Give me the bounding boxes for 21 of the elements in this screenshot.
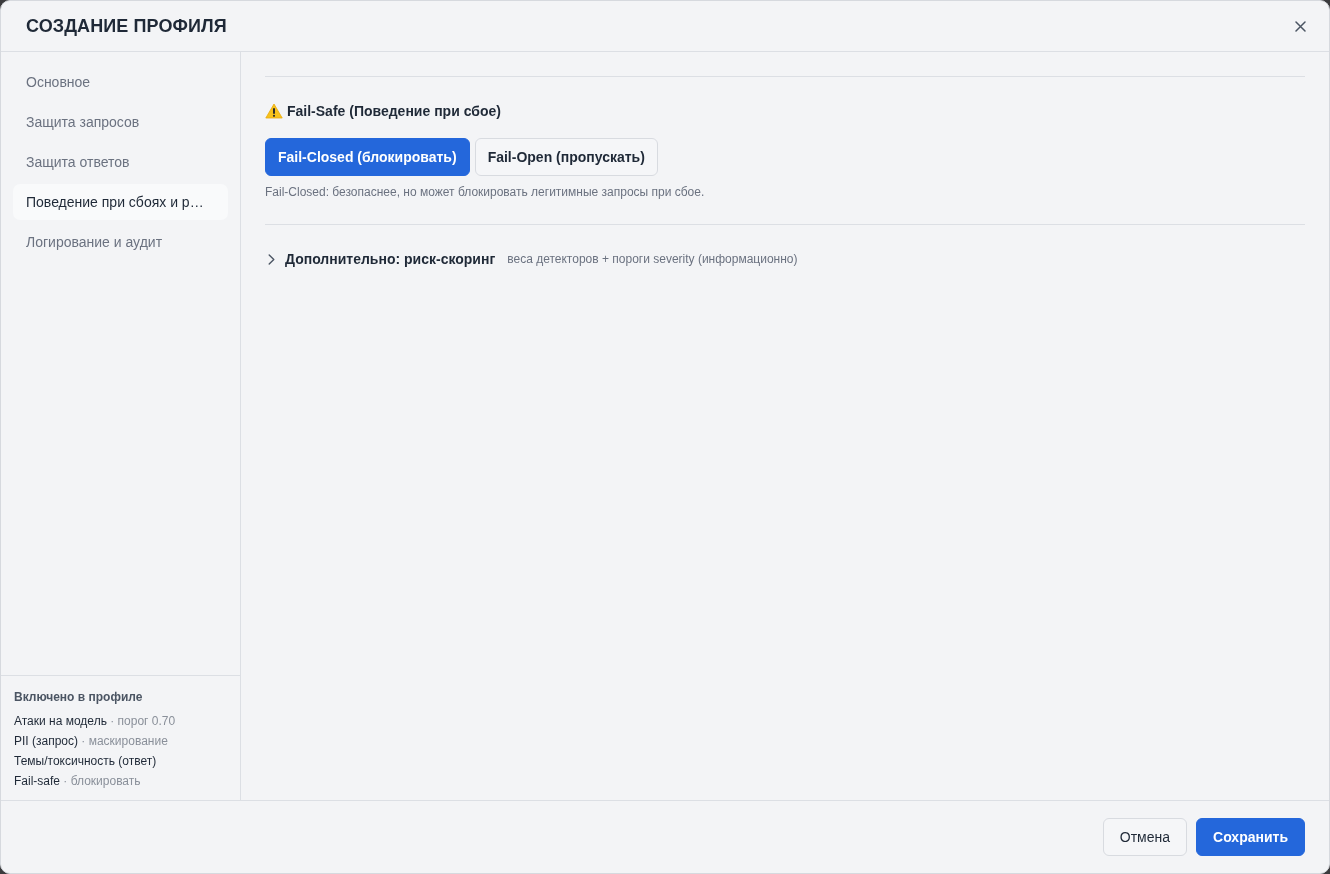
summary-item: Fail-safe · блокировать — [14, 773, 142, 790]
section-title: Fail-Safe (Поведение при сбое) — [287, 103, 501, 119]
cancel-button[interactable]: Отмена — [1102, 818, 1188, 856]
sidebar-item[interactable]: Поведение при сбоях и р… — [13, 184, 228, 220]
summary-item: PII (запрос) · маскирование — [14, 733, 169, 750]
advanced-subtitle: веса детекторов + пороги severity (информационно) — [507, 252, 798, 266]
hint-text: Fail-Closed: безопаснее, но может блокировать легитимные запросы при сбое. — [265, 184, 706, 200]
summary-item: Темы/токсичность (ответ) — [14, 753, 158, 770]
sidebar-item[interactable]: Защита ответов — [13, 144, 228, 180]
save-button[interactable]: Сохранить — [1196, 818, 1305, 856]
dialog-title: СОЗДАНИЕ ПРОФИЛЯ — [26, 15, 227, 37]
option-button[interactable]: Fail-Closed (блокировать) — [265, 138, 470, 176]
warning-icon — [265, 103, 283, 119]
option-button[interactable]: Fail-Open (пропускать) — [474, 138, 658, 176]
sidebar-item[interactable]: Защита запросов — [13, 104, 228, 140]
summary-title: Включено в профиле — [14, 689, 144, 705]
advanced-toggle[interactable]: Дополнительно: риск-скоринг — [265, 251, 496, 267]
close-icon — [1294, 20, 1306, 32]
sidebar-item[interactable]: Логирование и аудит — [13, 224, 228, 260]
summary-item: Атаки на модель · порог 0.70 — [14, 713, 177, 730]
sidebar-item[interactable]: Основное — [13, 64, 228, 100]
